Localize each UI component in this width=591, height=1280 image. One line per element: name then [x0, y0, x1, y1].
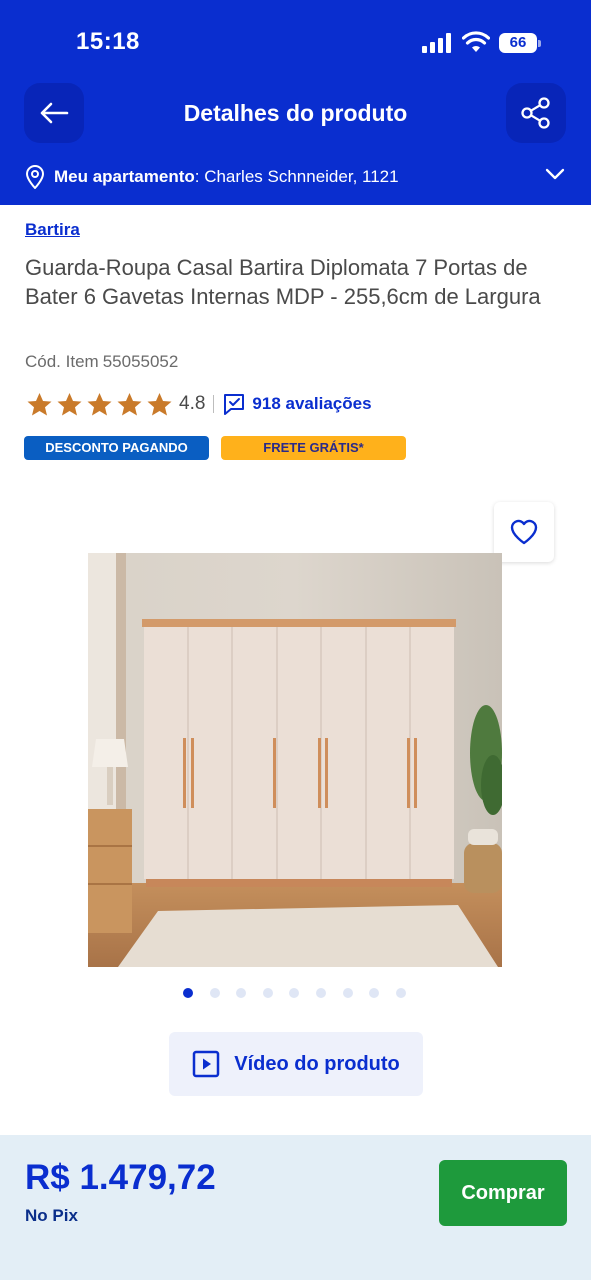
carousel-dot[interactable] [262, 988, 273, 998]
free-shipping-badge: FRETE GRÁTIS* [221, 436, 406, 460]
address-value: : Charles Schnneider, 1121 [194, 167, 399, 186]
brand-link[interactable]: Bartira [25, 220, 80, 240]
star-icon [57, 393, 82, 416]
star-icon [87, 393, 112, 416]
star-icon [117, 393, 142, 416]
image-carousel-dots [183, 988, 422, 998]
carousel-dot[interactable] [183, 988, 193, 998]
location-pin-icon [25, 165, 45, 189]
rating-row[interactable]: 4.8 918 avaliações [25, 390, 372, 418]
star-icon [27, 393, 52, 416]
carousel-dot[interactable] [395, 988, 406, 998]
rating-value: 4.8 [179, 393, 206, 414]
battery-icon: 66 [499, 33, 541, 53]
share-button[interactable] [506, 83, 566, 143]
star-rating [25, 391, 175, 417]
carousel-dot[interactable] [342, 988, 353, 998]
product-code-value: 55055052 [102, 352, 179, 371]
discount-badge: DESCONTO PAGANDO [24, 436, 209, 460]
review-icon [224, 394, 245, 415]
carousel-dot[interactable] [289, 988, 300, 998]
page-title: Detalhes do produto [183, 100, 408, 126]
play-icon [192, 1050, 220, 1078]
carousel-dot[interactable] [236, 988, 247, 998]
product-code-label: Cód. Item [25, 352, 99, 371]
app-header: 15:18 66 Detalhes do produto Meu apartam… [0, 0, 591, 205]
status-time: 15:18 [76, 28, 140, 55]
product-code: Cód. Item 55055052 [25, 352, 178, 372]
buy-button[interactable]: Comprar [439, 1160, 567, 1226]
video-button-label: Vídeo do produto [234, 1052, 400, 1075]
status-bar: 15:18 66 [0, 0, 591, 80]
chevron-down-icon [545, 168, 565, 180]
carousel-dot[interactable] [369, 988, 380, 998]
reviews-link[interactable]: 918 avaliações [252, 394, 371, 414]
divider [213, 395, 215, 413]
product-title: Guarda-Roupa Casal Bartira Diplomata 7 P… [25, 255, 541, 309]
price: R$ 1.479,72 [25, 1158, 216, 1197]
payment-method: No Pix [25, 1206, 78, 1225]
favorite-button[interactable] [494, 502, 554, 562]
delivery-address-selector[interactable]: Meu apartamento : Charles Schnneider, 11… [24, 163, 569, 191]
carousel-dot[interactable] [315, 988, 326, 998]
star-icon [147, 393, 172, 416]
share-icon [521, 97, 550, 129]
carousel-dot[interactable] [209, 988, 220, 998]
cellular-signal-icon [422, 33, 454, 53]
wifi-icon [462, 31, 490, 52]
product-image[interactable] [88, 553, 502, 967]
address-label: Meu apartamento [54, 167, 195, 186]
product-video-button[interactable]: Vídeo do produto [169, 1032, 423, 1096]
heart-icon [510, 519, 538, 545]
battery-level: 66 [499, 33, 537, 53]
